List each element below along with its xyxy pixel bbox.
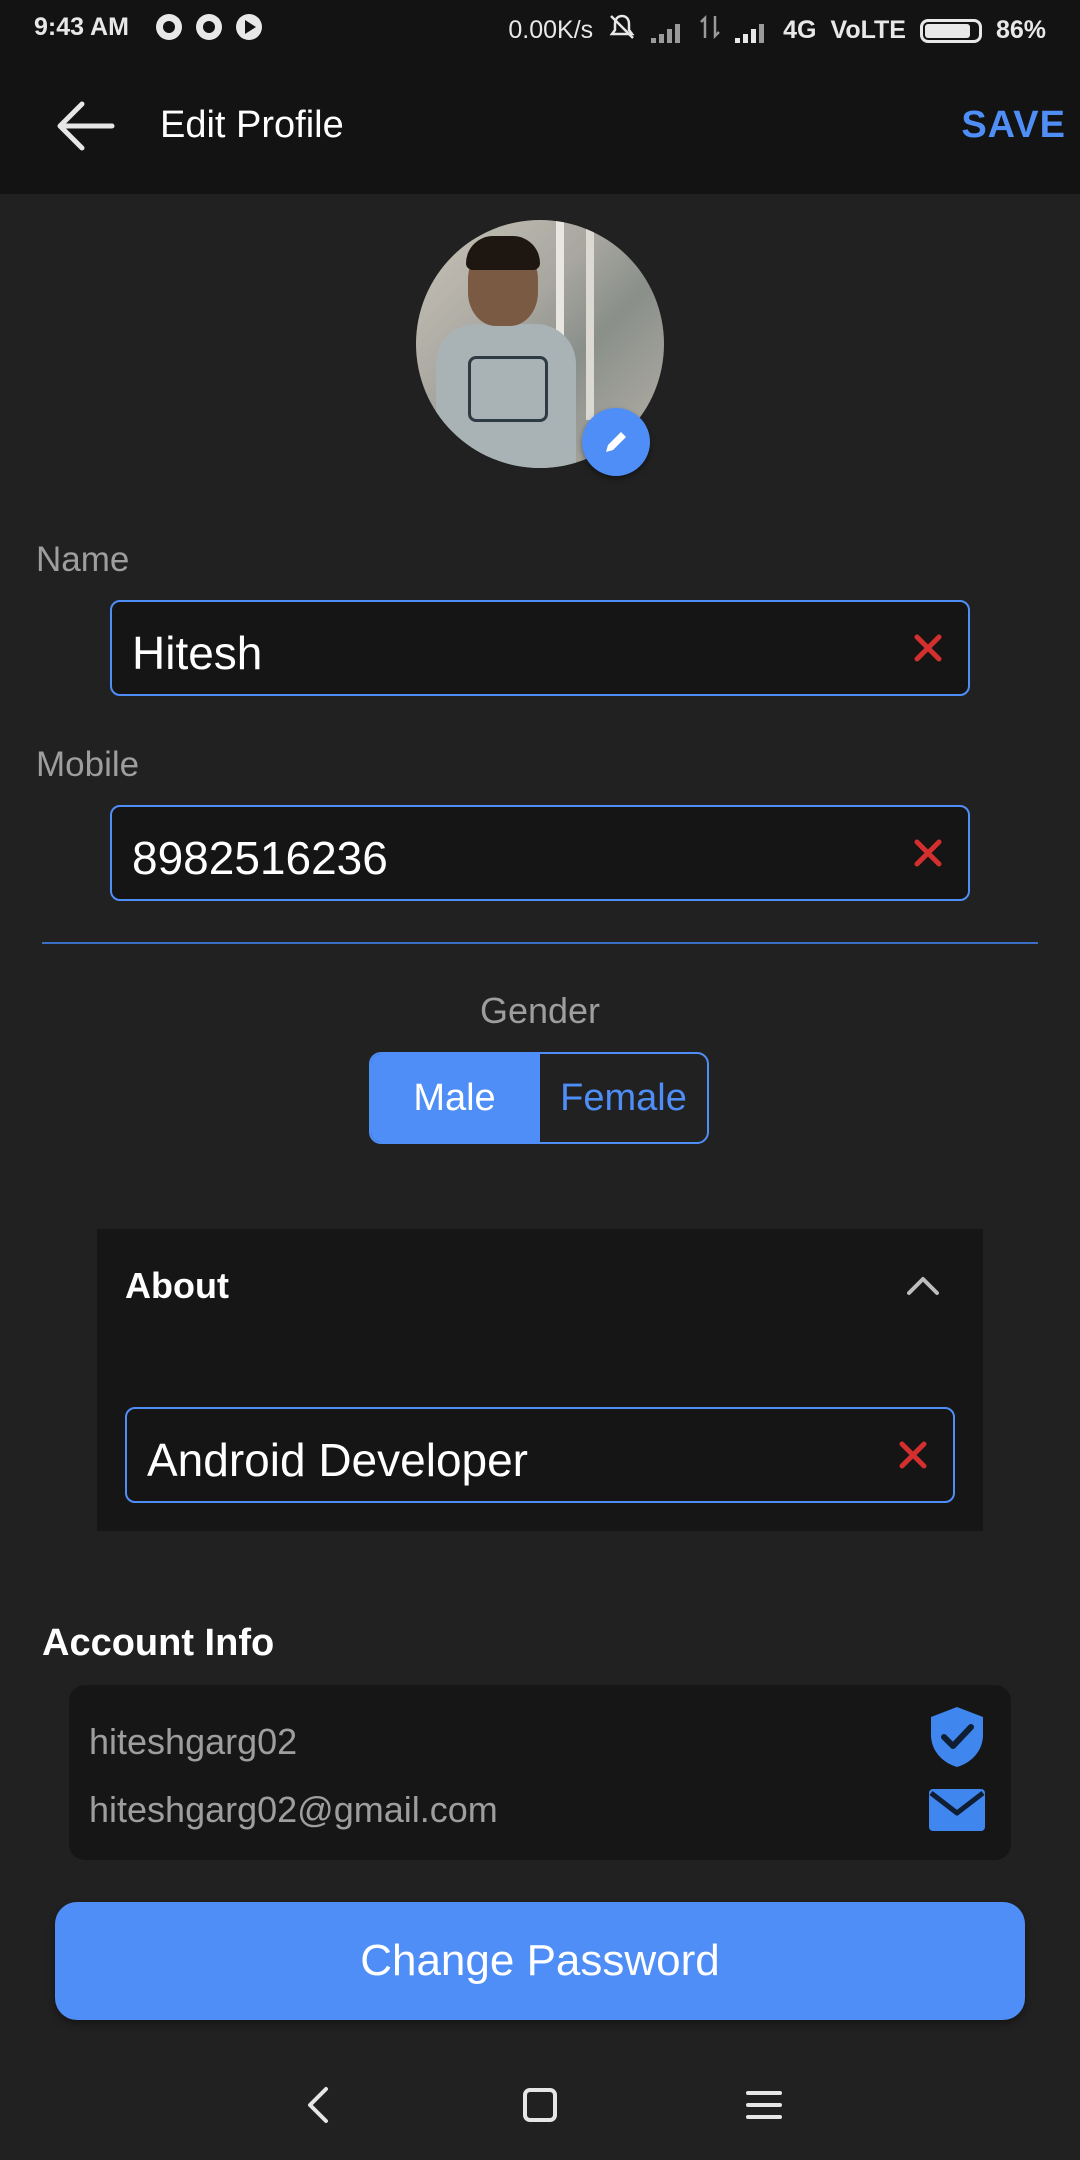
- mobile-value: 8982516236: [132, 832, 388, 884]
- nav-back-icon[interactable]: [298, 2083, 342, 2127]
- play-store-icon: [236, 14, 262, 40]
- clear-icon[interactable]: [910, 835, 946, 871]
- volte-label: VoLTE: [830, 16, 906, 44]
- change-password-button[interactable]: Change Password: [55, 1902, 1025, 2020]
- email-text: hiteshgarg02@gmail.com: [89, 1789, 498, 1830]
- divider: [42, 942, 1038, 944]
- battery-icon: [919, 18, 982, 43]
- clear-icon[interactable]: [895, 1437, 931, 1473]
- edit-photo-button[interactable]: [582, 408, 650, 476]
- mobile-field[interactable]: 8982516236: [110, 805, 970, 901]
- about-field[interactable]: Android Developer: [125, 1407, 955, 1503]
- gender-toggle: Male Female: [369, 1052, 709, 1144]
- mail-icon: [929, 1789, 985, 1831]
- nav-menu-icon[interactable]: [742, 2083, 786, 2127]
- status-time: 9:43 AM: [34, 13, 129, 41]
- network-speed: 0.00K/s: [508, 16, 594, 44]
- whatsapp-icon: [196, 14, 222, 40]
- signal-icon: [735, 19, 769, 43]
- gender-option-male[interactable]: Male: [371, 1054, 538, 1142]
- about-value: Android Developer: [147, 1434, 529, 1486]
- account-info-card: hiteshgarg02 hiteshgarg02@gmail.com: [69, 1685, 1011, 1860]
- account-info-title: Account Info: [42, 1622, 275, 1664]
- status-bar: 9:43 AM 0.00K/s 4G VoLTE 86%: [0, 0, 1080, 56]
- shield-check-icon: [931, 1707, 983, 1767]
- about-heading: About: [125, 1265, 229, 1306]
- about-section: About Android Developer: [97, 1229, 983, 1531]
- system-nav-bar: [0, 2045, 1080, 2160]
- username-text: hiteshgarg02: [89, 1721, 298, 1762]
- app-bar: Edit Profile SAVE: [0, 56, 1080, 194]
- silent-icon: [607, 13, 637, 48]
- name-field[interactable]: Hitesh: [110, 600, 970, 696]
- signal-icon: [651, 19, 685, 43]
- data-transfer-icon: [699, 14, 721, 47]
- name-value: Hitesh: [132, 627, 263, 679]
- network-type: 4G: [783, 16, 817, 44]
- pencil-icon: [606, 432, 626, 452]
- name-label: Name: [36, 540, 130, 579]
- battery-level: 86%: [995, 16, 1046, 44]
- chevron-up-icon[interactable]: [903, 1269, 943, 1299]
- back-button[interactable]: [50, 91, 120, 161]
- mobile-label: Mobile: [36, 745, 140, 784]
- gender-option-female[interactable]: Female: [538, 1054, 707, 1142]
- gender-label: Gender: [479, 990, 601, 1031]
- page-title: Edit Profile: [160, 104, 344, 146]
- clear-icon[interactable]: [910, 630, 946, 666]
- save-button[interactable]: SAVE: [961, 104, 1066, 147]
- arrow-back-icon: [57, 101, 115, 151]
- nav-home-icon[interactable]: [518, 2083, 562, 2127]
- whatsapp-icon: [156, 14, 182, 40]
